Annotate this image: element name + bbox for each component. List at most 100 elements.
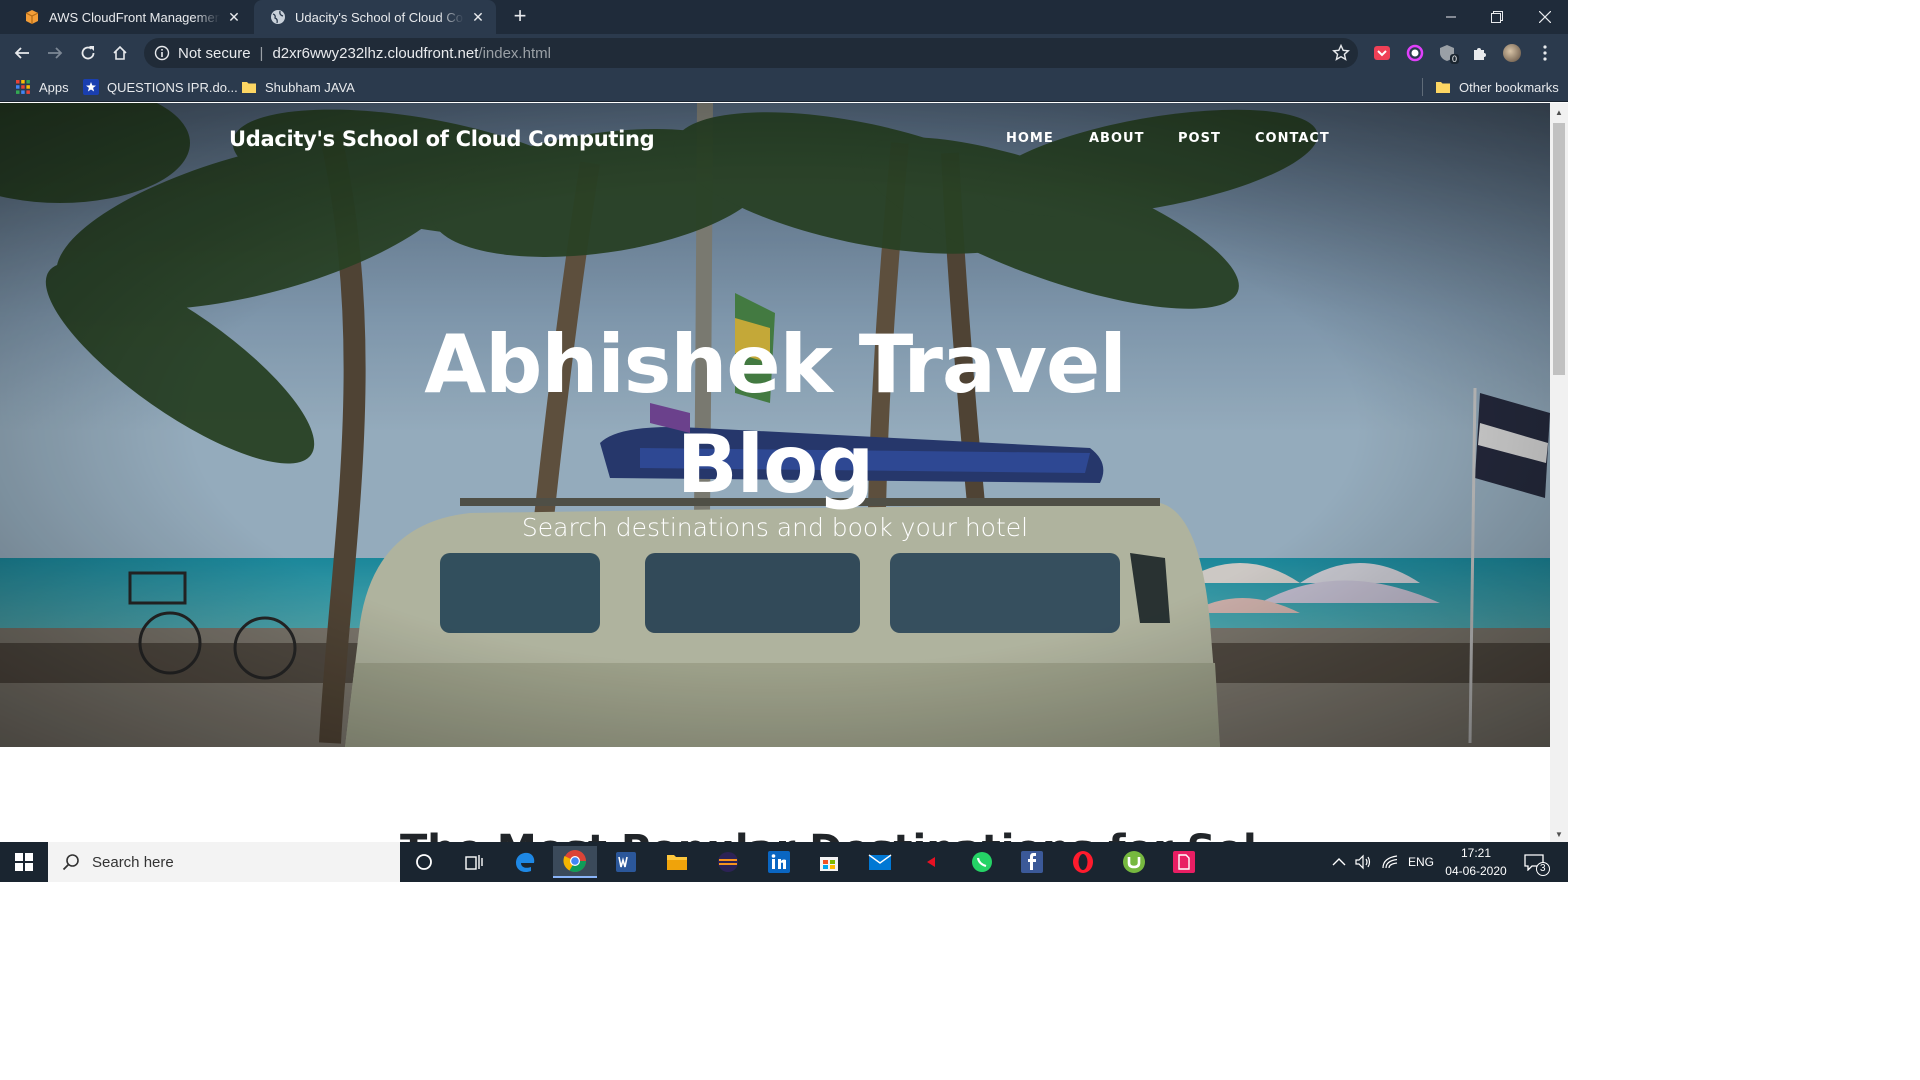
taskbar-eclipse[interactable] bbox=[706, 846, 750, 878]
taskbar-search[interactable]: Search here bbox=[48, 842, 400, 882]
hero-banner: Udacity's School of Cloud Computing HOME… bbox=[0, 103, 1550, 747]
address-bar[interactable]: Not secure | d2xr6wwy232lhz.cloudfront.n… bbox=[144, 38, 1358, 68]
nav-home[interactable]: HOME bbox=[1006, 131, 1054, 146]
task-view-button[interactable] bbox=[452, 846, 496, 878]
cortana-icon bbox=[416, 854, 432, 870]
back-button[interactable] bbox=[10, 41, 34, 65]
pocket-extension-icon[interactable] bbox=[1373, 44, 1391, 62]
star-bookmark-icon bbox=[83, 79, 99, 95]
volume-button[interactable] bbox=[1354, 842, 1372, 882]
page-scrollbar[interactable]: ▲ ▼ bbox=[1550, 103, 1568, 842]
bookmark-star-icon[interactable] bbox=[1332, 44, 1350, 62]
profile-avatar[interactable] bbox=[1503, 44, 1521, 62]
chrome-icon bbox=[563, 850, 586, 872]
clock-time: 17:21 bbox=[1460, 846, 1492, 860]
arrow-right-icon bbox=[48, 47, 63, 59]
close-window-button[interactable] bbox=[1522, 0, 1568, 34]
other-bookmarks[interactable]: Other bookmarks bbox=[1435, 78, 1559, 96]
url-path: /index.html bbox=[478, 44, 551, 62]
taskbar-clock[interactable]: 17:21 04-06-2020 bbox=[1438, 844, 1514, 880]
cortana-button[interactable] bbox=[402, 846, 446, 878]
bookmark-label: Apps bbox=[39, 79, 69, 95]
windows-logo-icon bbox=[15, 853, 33, 871]
bookmark-label: Shubham JAVA bbox=[265, 79, 355, 95]
taskbar-linkedin[interactable] bbox=[757, 846, 801, 878]
play-arrow-icon bbox=[927, 857, 935, 867]
taskbar-opera[interactable] bbox=[1061, 846, 1105, 878]
close-icon bbox=[1539, 11, 1551, 23]
site-brand[interactable]: Udacity's School of Cloud Computing bbox=[229, 127, 655, 151]
close-tab-icon[interactable]: ✕ bbox=[226, 9, 242, 26]
word-icon bbox=[616, 852, 636, 872]
taskbar-utorrent[interactable] bbox=[1112, 846, 1156, 878]
tab-udacity[interactable]: Udacity's School of Cloud Compu ✕ bbox=[254, 0, 496, 34]
scrollbar-thumb[interactable] bbox=[1553, 123, 1565, 375]
action-center-button[interactable]: 3 bbox=[1524, 842, 1550, 882]
bookmark-shubham-java[interactable]: Shubham JAVA bbox=[241, 78, 355, 96]
taskbar-store[interactable] bbox=[807, 846, 851, 878]
show-hidden-icons-button[interactable] bbox=[1332, 842, 1346, 882]
tab-title: Udacity's School of Cloud Compu bbox=[295, 9, 464, 25]
nav-about[interactable]: ABOUT bbox=[1089, 131, 1144, 146]
utorrent-icon bbox=[1123, 851, 1145, 873]
start-button[interactable] bbox=[0, 842, 48, 882]
folder-icon bbox=[242, 82, 256, 93]
taskbar-chrome[interactable] bbox=[553, 846, 597, 878]
network-button[interactable] bbox=[1381, 842, 1399, 882]
notification-count-badge: 3 bbox=[1536, 862, 1550, 876]
taskbar-word[interactable] bbox=[604, 846, 648, 878]
language-indicator[interactable]: ENG bbox=[1408, 842, 1434, 882]
home-icon bbox=[113, 45, 127, 60]
restore-icon bbox=[1491, 11, 1503, 23]
info-icon[interactable] bbox=[154, 45, 170, 61]
bookmark-divider bbox=[1422, 78, 1423, 96]
nav-contact[interactable]: CONTACT bbox=[1255, 131, 1330, 146]
hero-subtitle: Search destinations and book your hotel bbox=[521, 513, 1029, 542]
scroll-down-icon[interactable]: ▼ bbox=[1554, 830, 1564, 839]
windows-taskbar: Search here ENG 17:21 04-06-2020 3 bbox=[0, 842, 1568, 882]
new-tab-button[interactable]: + bbox=[508, 5, 532, 29]
taskbar-edge[interactable] bbox=[503, 846, 547, 878]
bookmark-apps[interactable]: Apps bbox=[15, 78, 69, 96]
tab-aws-cloudfront[interactable]: AWS CloudFront Management C ✕ bbox=[8, 0, 252, 34]
folder-icon bbox=[1436, 82, 1450, 93]
search-icon bbox=[62, 854, 79, 871]
section-heading: The Most Popular Destinations for Sol... bbox=[400, 827, 1302, 842]
scroll-up-icon[interactable]: ▲ bbox=[1554, 108, 1564, 117]
restore-button[interactable] bbox=[1474, 0, 1520, 34]
kebab-menu-icon[interactable] bbox=[1538, 44, 1552, 62]
bookmarks-bar: Apps QUESTIONS IPR.do... Shubham JAVA Ot… bbox=[0, 72, 1568, 102]
document-app-icon bbox=[1173, 851, 1195, 873]
taskbar-pdf-app[interactable] bbox=[1162, 846, 1206, 878]
opera-icon bbox=[1073, 851, 1093, 873]
whatsapp-icon bbox=[972, 852, 992, 872]
address-separator: | bbox=[259, 44, 264, 62]
nav-post[interactable]: POST bbox=[1178, 131, 1221, 146]
bookmark-questions-ipr[interactable]: QUESTIONS IPR.do... bbox=[83, 78, 238, 96]
color-extension-icon[interactable] bbox=[1406, 44, 1424, 62]
taskbar-mail[interactable] bbox=[858, 846, 902, 878]
taskbar-player[interactable] bbox=[909, 846, 953, 878]
taskbar-file-explorer[interactable] bbox=[655, 846, 699, 878]
chevron-up-icon bbox=[1332, 858, 1346, 866]
arrow-left-icon bbox=[14, 47, 29, 59]
globe-icon bbox=[271, 10, 285, 24]
puzzle-extensions-icon[interactable] bbox=[1471, 44, 1489, 62]
security-label: Not secure bbox=[178, 44, 251, 62]
taskbar-whatsapp[interactable] bbox=[960, 846, 1004, 878]
home-button[interactable] bbox=[108, 41, 132, 65]
close-tab-icon[interactable]: ✕ bbox=[470, 9, 486, 26]
reload-button[interactable] bbox=[76, 41, 100, 65]
clock-date: 04-06-2020 bbox=[1445, 864, 1507, 878]
url-host: d2xr6wwy232lhz.cloudfront.net bbox=[272, 44, 479, 62]
shield-extension-button[interactable]: 0 bbox=[1438, 44, 1460, 64]
edge-icon bbox=[516, 852, 535, 873]
reload-icon bbox=[81, 46, 95, 60]
forward-button[interactable] bbox=[43, 41, 67, 65]
hero-title: Abhishek Travel Blog bbox=[380, 315, 1170, 515]
browser-tabstrip: AWS CloudFront Management C ✕ Udacity's … bbox=[0, 0, 1568, 34]
minimize-button[interactable] bbox=[1428, 0, 1474, 34]
taskbar-facebook[interactable] bbox=[1010, 846, 1054, 878]
minimize-icon bbox=[1446, 16, 1456, 18]
search-placeholder: Search here bbox=[92, 853, 174, 871]
